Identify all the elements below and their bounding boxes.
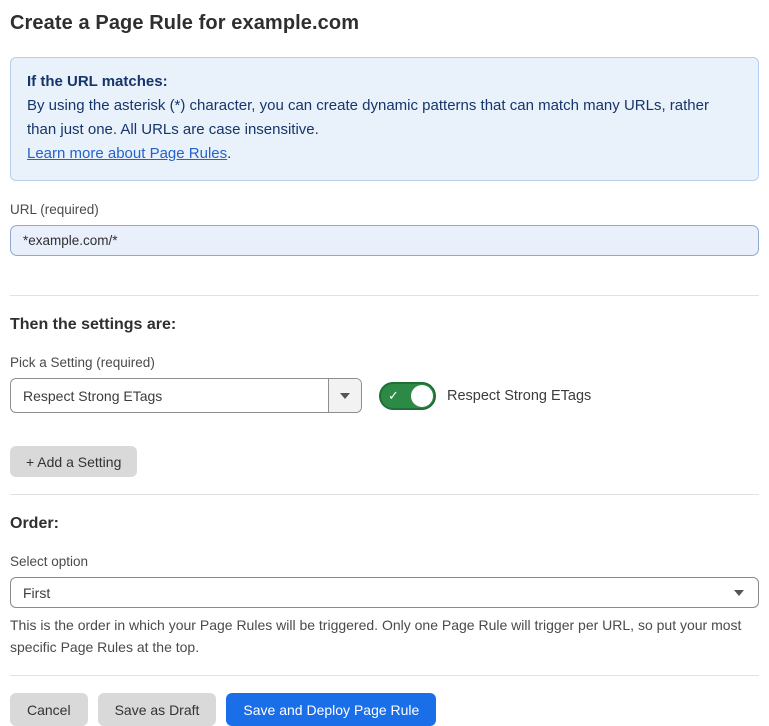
order-select-value: First <box>23 585 50 601</box>
url-input[interactable] <box>10 225 759 256</box>
divider <box>10 295 759 296</box>
info-callout-link-line: Learn more about Page Rules. <box>27 142 742 166</box>
order-select-label: Select option <box>10 554 759 569</box>
chevron-down-icon <box>340 393 350 399</box>
chevron-down-icon <box>734 590 744 596</box>
info-callout-body: By using the asterisk (*) character, you… <box>27 94 742 142</box>
check-icon: ✓ <box>388 388 399 404</box>
respect-strong-etags-toggle[interactable]: ✓ <box>379 382 436 410</box>
form-actions: Cancel Save as Draft Save and Deploy Pag… <box>10 693 759 726</box>
order-help-text: This is the order in which your Page Rul… <box>10 614 755 658</box>
divider <box>10 675 759 676</box>
setting-dropdown[interactable]: Respect Strong ETags <box>10 378 362 413</box>
page-title: Create a Page Rule for example.com <box>10 10 759 36</box>
add-setting-button[interactable]: + Add a Setting <box>10 446 137 477</box>
settings-section-heading: Then the settings are: <box>10 316 759 334</box>
order-select[interactable]: First <box>10 577 759 608</box>
toggle-label: Respect Strong ETags <box>447 388 591 404</box>
create-page-rule-form: Create a Page Rule for example.com If th… <box>0 0 769 726</box>
url-match-info-callout: If the URL matches: By using the asteris… <box>10 57 759 181</box>
save-as-draft-button[interactable]: Save as Draft <box>98 693 217 726</box>
divider <box>10 494 759 495</box>
url-field-label: URL (required) <box>10 202 759 217</box>
save-and-deploy-button[interactable]: Save and Deploy Page Rule <box>226 693 436 726</box>
cancel-button[interactable]: Cancel <box>10 693 88 726</box>
info-callout-heading: If the URL matches: <box>27 70 742 94</box>
toggle-knob <box>411 385 433 407</box>
pick-setting-label: Pick a Setting (required) <box>10 355 759 370</box>
setting-row: Respect Strong ETags ✓ Respect Strong ET… <box>10 378 759 413</box>
order-section-heading: Order: <box>10 515 759 533</box>
link-period: . <box>227 145 231 162</box>
setting-dropdown-value: Respect Strong ETags <box>11 379 328 412</box>
setting-dropdown-arrow-segment[interactable] <box>328 379 361 412</box>
learn-more-link[interactable]: Learn more about Page Rules <box>27 145 227 162</box>
